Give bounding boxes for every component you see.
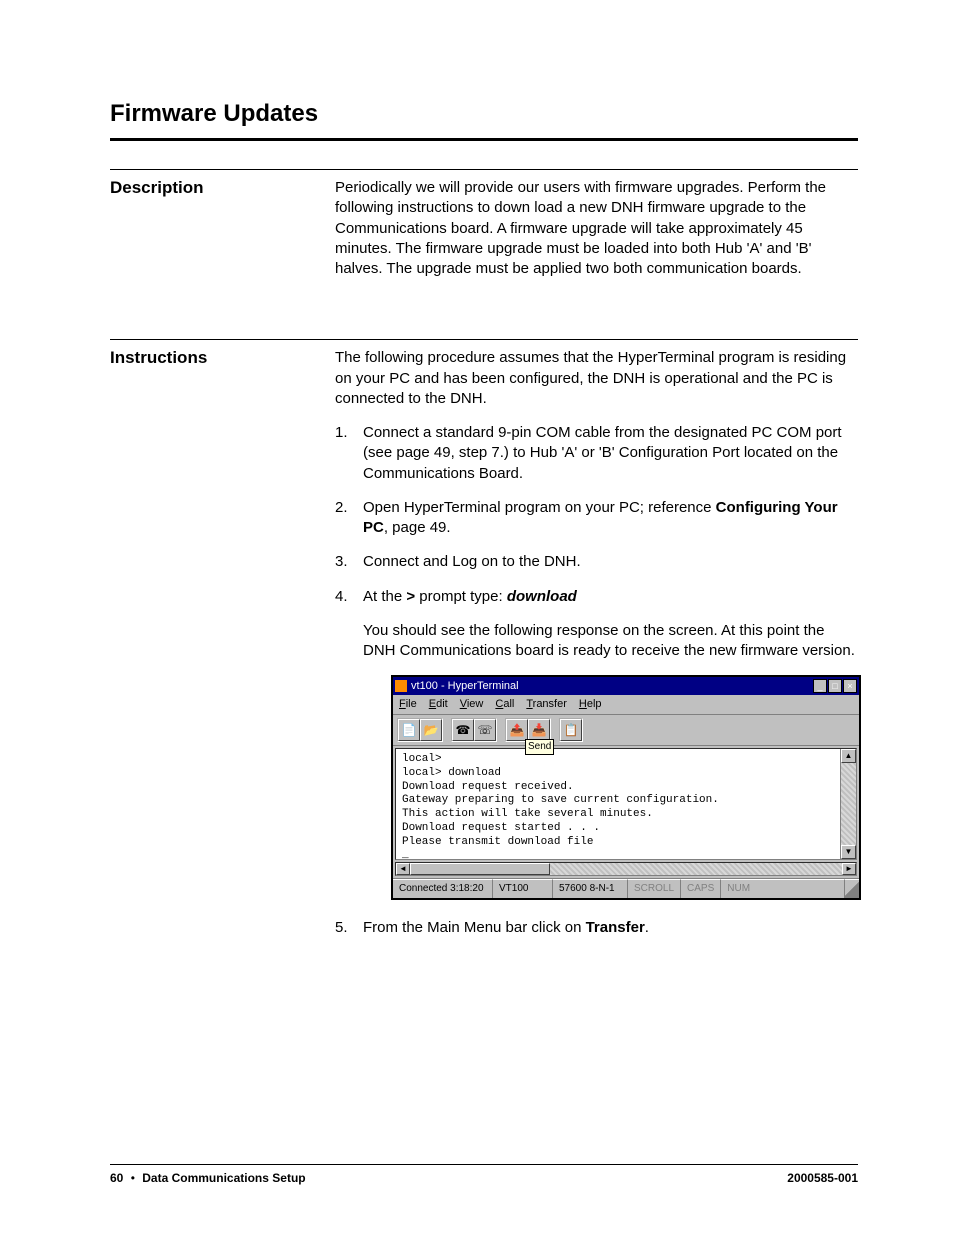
scroll-down-icon[interactable]: ▼ [841,845,856,859]
maximize-icon[interactable]: □ [828,679,842,693]
step-4-a: At the [363,588,406,605]
send-tooltip: Send [525,739,554,755]
toolbar-receive-icon[interactable]: 📥 [528,719,550,741]
page-title: Firmware Updates [110,100,858,141]
vertical-scrollbar[interactable]: ▲ ▼ [840,749,856,859]
menu-call[interactable]: Call [495,697,514,712]
instructions-label: Instructions [110,348,335,952]
footer-section: Data Communications Setup [142,1171,305,1185]
ht-titlebar: vt100 - HyperTerminal _ □ × [393,677,859,695]
menu-help[interactable]: Help [579,697,602,712]
ht-toolbar: 📄 📂 ☎ ☏ 📤 📥 [393,715,859,746]
status-emulation: VT100 [493,879,553,898]
step-2-a: Open HyperTerminal program on your PC; r… [363,499,716,516]
terminal-output[interactable]: local> local> download Download request … [396,749,840,859]
step-4-follow: You should see the following response on… [363,621,861,662]
step-4-b: prompt type: [415,588,507,605]
menu-edit[interactable]: Edit [429,697,448,712]
toolbar-open-icon[interactable]: 📂 [420,719,442,741]
step-5: From the Main Menu bar click on Transfer… [335,918,861,938]
scroll-thumb[interactable] [410,863,550,875]
toolbar-properties-icon[interactable]: 📋 [560,719,582,741]
step-4: At the > prompt type: download You shoul… [335,587,861,900]
status-num: NUM [721,879,845,898]
description-body: Periodically we will provide our users w… [335,178,858,279]
step-5-bold: Transfer [586,919,645,936]
ht-menubar: File Edit View Call Transfer Help [393,695,859,715]
page-footer: 60 • Data Communications Setup 2000585-0… [110,1164,858,1185]
status-scroll: SCROLL [628,879,681,898]
toolbar-new-icon[interactable]: 📄 [398,719,420,741]
status-connected: Connected 3:18:20 [393,879,493,898]
horizontal-scrollbar[interactable]: ◄ ► [395,862,857,876]
toolbar-call-icon[interactable]: ☎ [452,719,474,741]
step-2: Open HyperTerminal program on your PC; r… [335,498,861,539]
footer-bullet: • [127,1171,139,1185]
menu-transfer[interactable]: Transfer [526,697,567,712]
instructions-intro: The following procedure assumes that the… [335,348,861,409]
scroll-right-icon[interactable]: ► [842,863,856,875]
footer-page-number: 60 [110,1171,123,1185]
step-4-prompt: > [406,588,415,605]
scroll-track-h[interactable] [550,863,842,875]
scroll-up-icon[interactable]: ▲ [841,749,856,763]
step-5-b: . [645,919,649,936]
step-3: Connect and Log on to the DNH. [335,552,861,572]
description-label: Description [110,178,335,293]
toolbar-hangup-icon[interactable]: ☏ [474,719,496,741]
step-5-a: From the Main Menu bar click on [363,919,586,936]
menu-view[interactable]: View [460,697,484,712]
step-4-cmd: download [507,588,577,605]
scroll-left-icon[interactable]: ◄ [396,863,410,875]
ht-app-icon [395,680,407,692]
resize-grip-icon[interactable] [845,879,859,898]
close-icon[interactable]: × [843,679,857,693]
section-description: Description Periodically we will provide… [110,169,858,323]
scroll-track[interactable] [841,763,856,845]
status-caps: CAPS [681,879,721,898]
status-settings: 57600 8-N-1 [553,879,628,898]
section-instructions: Instructions The following procedure ass… [110,339,858,982]
step-2-b: , page 49. [384,519,451,536]
menu-file[interactable]: File [399,697,417,712]
ht-statusbar: Connected 3:18:20 VT100 57600 8-N-1 SCRO… [393,878,859,898]
minimize-icon[interactable]: _ [813,679,827,693]
step-1: Connect a standard 9-pin COM cable from … [335,423,861,484]
hyperterminal-window: vt100 - HyperTerminal _ □ × File Edit Vi… [391,675,861,899]
ht-title: vt100 - HyperTerminal [411,679,812,694]
footer-docnum: 2000585-001 [787,1171,858,1185]
toolbar-send-icon[interactable]: 📤 [506,719,528,741]
